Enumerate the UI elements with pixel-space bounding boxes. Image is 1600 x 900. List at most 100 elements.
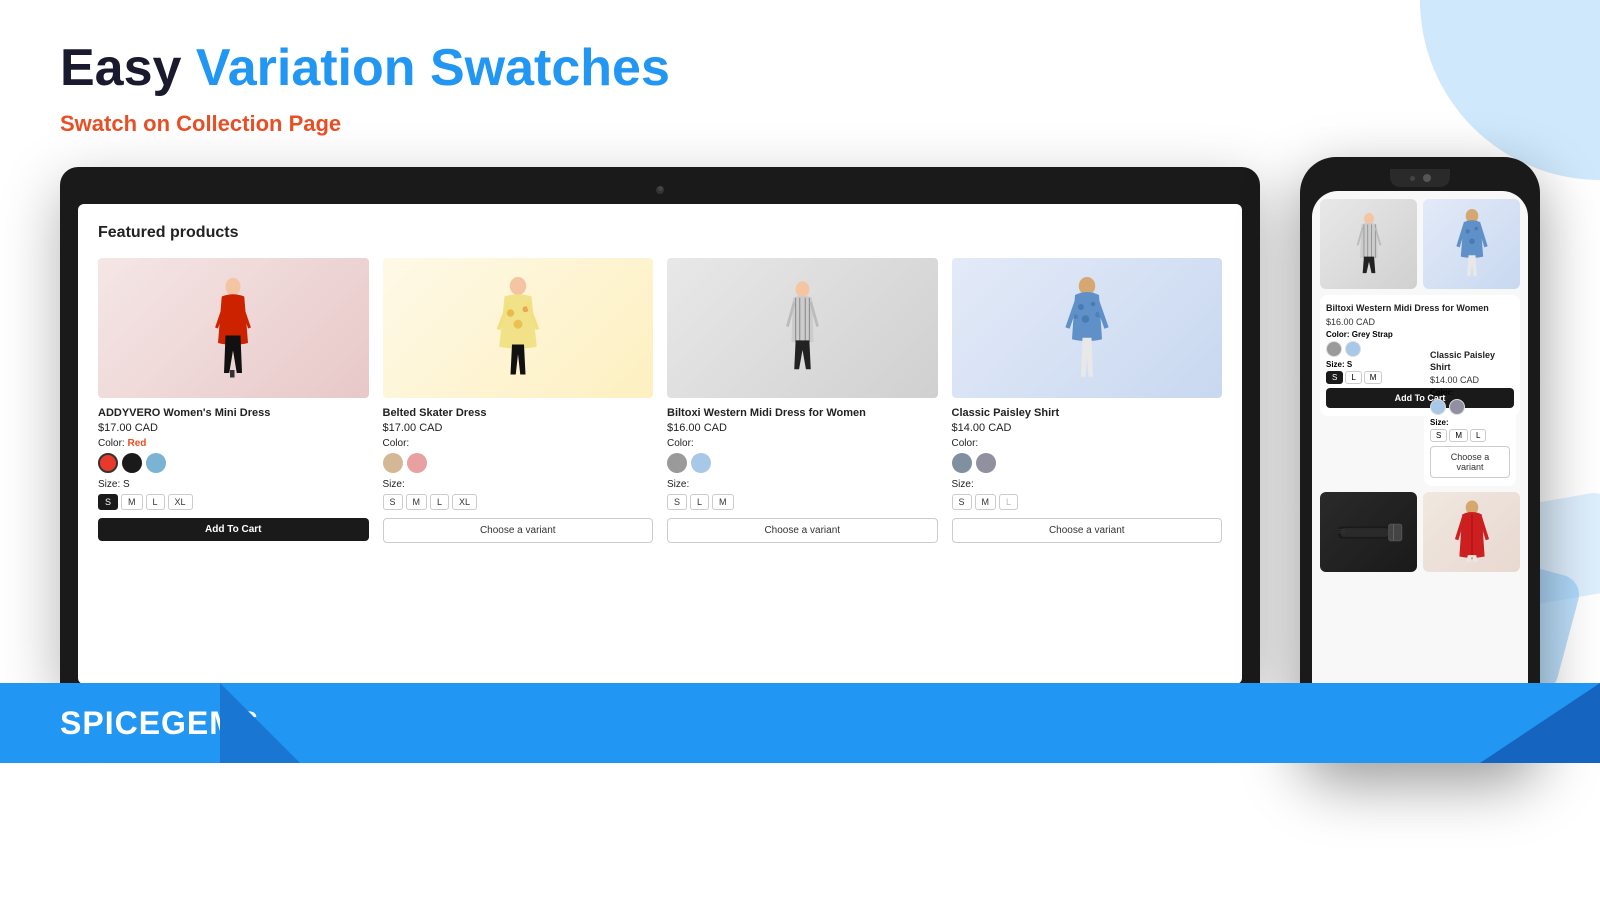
size-label-2: Size: bbox=[383, 479, 654, 490]
footer-corner-shape bbox=[220, 683, 300, 763]
size-buttons-1: S M L XL bbox=[98, 494, 369, 510]
phone-choose-variant-btn[interactable]: Choose a variant bbox=[1430, 446, 1510, 478]
swatch-pink-2[interactable] bbox=[407, 453, 427, 473]
phone-screen: Biltoxi Western Midi Dress for Women $16… bbox=[1312, 191, 1528, 751]
size-s-2[interactable]: S bbox=[383, 494, 403, 510]
swatch-gray-3[interactable] bbox=[667, 453, 687, 473]
size-buttons-2: S M L XL bbox=[383, 494, 654, 510]
phone-swatch-gray-1[interactable] bbox=[1326, 341, 1342, 357]
product-color-label-2: Color: bbox=[383, 438, 654, 449]
dress-figure-3 bbox=[775, 263, 830, 393]
size-s-3[interactable]: S bbox=[667, 494, 687, 510]
size-xl-2[interactable]: XL bbox=[452, 494, 477, 510]
phone-size-l-1[interactable]: L bbox=[1345, 371, 1361, 384]
product-name-1: ADDYVERO Women's Mini Dress bbox=[98, 406, 369, 420]
swatch-black-1[interactable] bbox=[122, 453, 142, 473]
color-swatches-2 bbox=[383, 453, 654, 473]
product-card-4: Classic Paisley Shirt $14.00 CAD Color: … bbox=[952, 258, 1223, 543]
product-price-2: $17.00 CAD bbox=[383, 422, 654, 434]
size-buttons-4: S M L bbox=[952, 494, 1223, 510]
product-image-1 bbox=[98, 258, 369, 398]
swatch-blue-1[interactable] bbox=[146, 453, 166, 473]
product-card-3: Biltoxi Western Midi Dress for Women $16… bbox=[667, 258, 938, 543]
add-to-cart-btn-1[interactable]: Add To Cart bbox=[98, 518, 369, 541]
shirt-figure-4 bbox=[1057, 263, 1117, 393]
product-name-4: Classic Paisley Shirt bbox=[952, 406, 1223, 420]
phone-img-dress bbox=[1320, 199, 1417, 289]
phone-color-label-1: Color: Grey Strap bbox=[1326, 330, 1514, 339]
product-name-3: Biltoxi Western Midi Dress for Women bbox=[667, 406, 938, 420]
size-l-1[interactable]: L bbox=[146, 494, 165, 510]
belt-svg bbox=[1334, 510, 1404, 555]
product-price-1: $17.00 CAD bbox=[98, 422, 369, 434]
phone-top-images bbox=[1320, 199, 1520, 289]
color-swatches-1 bbox=[98, 453, 369, 473]
phone-product-card-2: Classic Paisley Shirt $14.00 CAD Color: bbox=[1424, 342, 1516, 486]
swatch-steel-4[interactable] bbox=[952, 453, 972, 473]
phone-size-m-1[interactable]: M bbox=[1364, 371, 1383, 384]
products-grid: ADDYVERO Women's Mini Dress $17.00 CAD C… bbox=[98, 258, 1222, 543]
size-m-2[interactable]: M bbox=[406, 494, 428, 510]
product-card-1: ADDYVERO Women's Mini Dress $17.00 CAD C… bbox=[98, 258, 369, 543]
size-l-3[interactable]: L bbox=[690, 494, 709, 510]
phone-swatch-blue-2[interactable] bbox=[1430, 399, 1446, 415]
size-l-2[interactable]: L bbox=[430, 494, 449, 510]
product-price-3: $16.00 CAD bbox=[667, 422, 938, 434]
size-m-1[interactable]: M bbox=[121, 494, 143, 510]
phone-img-kurta bbox=[1423, 492, 1520, 572]
phone-size-l-2[interactable]: L bbox=[1470, 429, 1486, 442]
choose-variant-btn-3[interactable]: Choose a variant bbox=[667, 518, 938, 543]
product-card-2: Belted Skater Dress $17.00 CAD Color: Si… bbox=[383, 258, 654, 543]
swatch-red-1[interactable] bbox=[98, 453, 118, 473]
size-m-3[interactable]: M bbox=[712, 494, 734, 510]
size-label-1: Size: S bbox=[98, 479, 369, 490]
product-name-2: Belted Skater Dress bbox=[383, 406, 654, 420]
phone-img-shirt bbox=[1423, 199, 1520, 289]
size-s-4[interactable]: S bbox=[952, 494, 972, 510]
dress-figure-2 bbox=[488, 263, 548, 393]
swatch-lightblue-3[interactable] bbox=[691, 453, 711, 473]
phone-content: Biltoxi Western Midi Dress for Women $16… bbox=[1312, 191, 1528, 580]
product-color-label-4: Color: bbox=[952, 438, 1223, 449]
choose-variant-btn-2[interactable]: Choose a variant bbox=[383, 518, 654, 543]
choose-variant-btn-4[interactable]: Choose a variant bbox=[952, 518, 1223, 543]
product-image-4 bbox=[952, 258, 1223, 398]
featured-products-title: Featured products bbox=[98, 224, 1222, 242]
phone-img-belt bbox=[1320, 492, 1417, 572]
product-image-3 bbox=[667, 258, 938, 398]
phone-swatch-blue-1[interactable] bbox=[1345, 341, 1361, 357]
swatch-beige-2[interactable] bbox=[383, 453, 403, 473]
phone-size-btns-2: S M L bbox=[1430, 429, 1510, 442]
size-label-4: Size: bbox=[952, 479, 1223, 490]
main-content: Featured products bbox=[0, 147, 1600, 763]
size-buttons-3: S L M bbox=[667, 494, 938, 510]
footer: SPICEGEMS bbox=[0, 683, 1600, 763]
phone-shirt-svg bbox=[1451, 200, 1493, 288]
phone-size-m-2[interactable]: M bbox=[1449, 429, 1468, 442]
color-swatches-3 bbox=[667, 453, 938, 473]
phone-mockup: Biltoxi Western Midi Dress for Women $16… bbox=[1300, 157, 1540, 763]
phone-prod-name-2: Classic Paisley Shirt bbox=[1430, 350, 1510, 373]
page-subtitle: Swatch on Collection Page bbox=[60, 111, 1540, 137]
size-label-3: Size: bbox=[667, 479, 938, 490]
laptop-screen: Featured products bbox=[78, 204, 1242, 684]
phone-dress-svg bbox=[1350, 200, 1388, 288]
footer-triangle bbox=[1480, 683, 1600, 763]
header: Easy Variation Swatches Swatch on Collec… bbox=[0, 0, 1600, 147]
size-xl-1[interactable]: XL bbox=[168, 494, 193, 510]
color-swatches-4 bbox=[952, 453, 1223, 473]
laptop-camera bbox=[656, 186, 664, 194]
phone-swatch-slate-2[interactable] bbox=[1449, 399, 1465, 415]
phone-bottom-images bbox=[1320, 492, 1520, 572]
size-m-4[interactable]: M bbox=[975, 494, 997, 510]
phone-size-s-2[interactable]: S bbox=[1430, 429, 1447, 442]
phone-add-to-cart-btn[interactable]: Add To Cart bbox=[1326, 388, 1514, 408]
swatch-slate-4[interactable] bbox=[976, 453, 996, 473]
size-l-4[interactable]: L bbox=[999, 494, 1018, 510]
phone-prod-price-1: $16.00 CAD bbox=[1326, 317, 1514, 327]
laptop-mockup: Featured products bbox=[60, 167, 1260, 732]
product-price-4: $14.00 CAD bbox=[952, 422, 1223, 434]
phone-product-card-2-wrapper: Classic Paisley Shirt $14.00 CAD Color: bbox=[1420, 342, 1516, 486]
size-s-1[interactable]: S bbox=[98, 494, 118, 510]
phone-size-s-1[interactable]: S bbox=[1326, 371, 1343, 384]
